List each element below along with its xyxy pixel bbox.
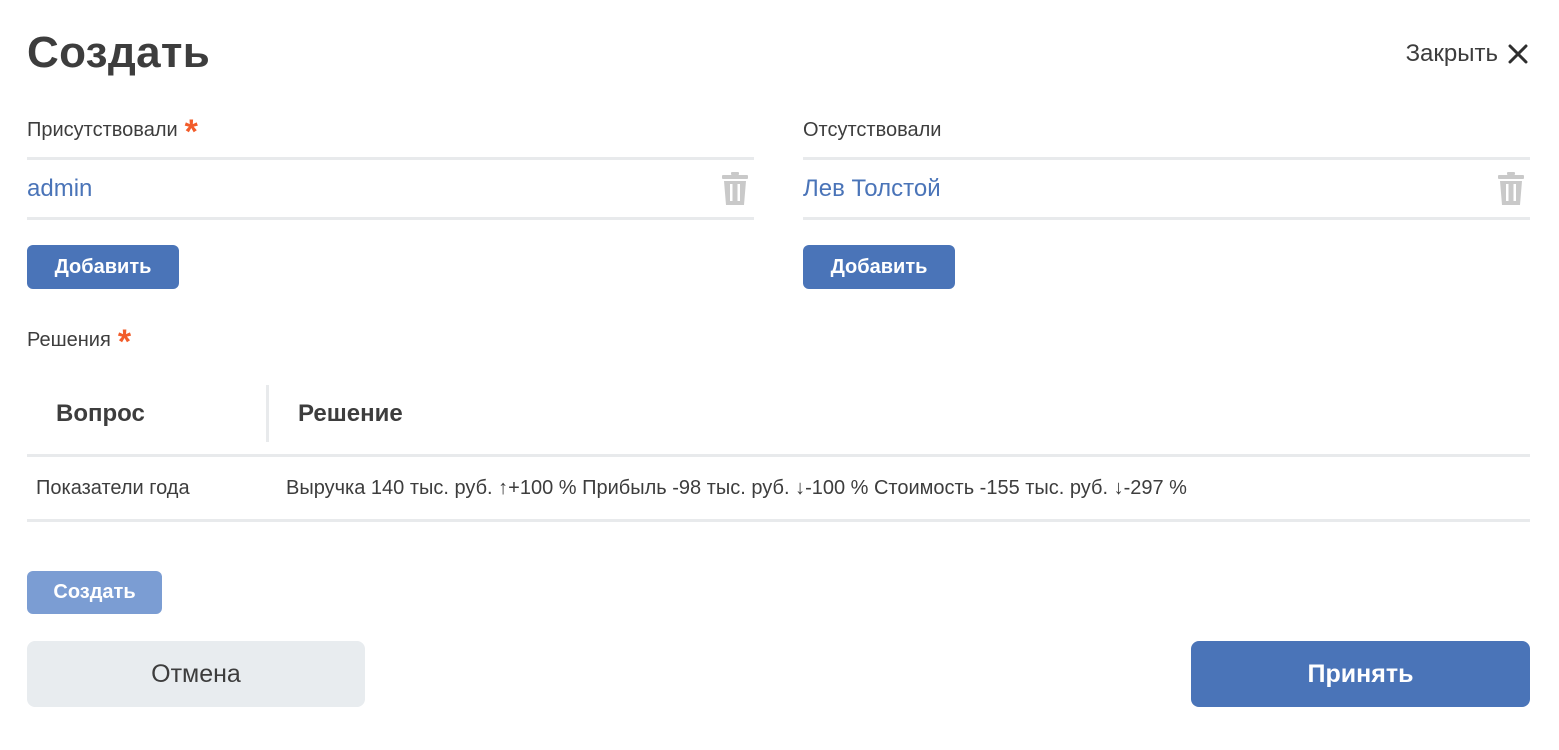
add-absent-button[interactable]: Добавить: [803, 245, 955, 289]
absent-label: Отсутствовали: [803, 118, 942, 141]
dialog-title: Создать: [27, 28, 211, 77]
table-header: Вопрос Решение: [27, 385, 1530, 457]
decisions-label-row: Решения *: [27, 323, 132, 361]
close-button[interactable]: Закрыть: [1406, 40, 1528, 68]
required-mark: *: [117, 323, 132, 361]
close-label: Закрыть: [1405, 40, 1498, 67]
member-link[interactable]: Лев Толстой: [803, 175, 941, 203]
absent-member-row: Лев Толстой: [803, 157, 1530, 220]
close-icon: [1508, 44, 1528, 64]
add-present-button[interactable]: Добавить: [27, 245, 179, 289]
cancel-button[interactable]: Отмена: [27, 641, 365, 707]
absent-section: Отсутствовали Лев Толстой Добавить: [803, 114, 1530, 289]
create-decision-button[interactable]: Создать: [27, 571, 162, 614]
table-row[interactable]: Показатели года Выручка 140 тыс. руб. ↑+…: [27, 457, 1530, 522]
required-mark: *: [184, 113, 198, 151]
cell-question: Показатели года: [36, 476, 190, 499]
column-header-decision[interactable]: Решение: [269, 400, 403, 428]
accept-button[interactable]: Принять: [1191, 641, 1530, 707]
trash-icon[interactable]: [722, 172, 748, 205]
decisions-label: Решения: [27, 328, 111, 351]
present-label: Присутствовали: [27, 118, 178, 141]
cell-decision: Выручка 140 тыс. руб. ↑+100 % Прибыль -9…: [286, 476, 1187, 499]
member-link[interactable]: admin: [27, 175, 92, 203]
column-header-question[interactable]: Вопрос: [27, 385, 269, 442]
decisions-table: Вопрос Решение Показатели года Выручка 1…: [27, 385, 1530, 522]
trash-icon[interactable]: [1498, 172, 1524, 205]
present-section: Присутствовали * admin Добавить: [27, 114, 754, 289]
present-member-row: admin: [27, 157, 754, 220]
